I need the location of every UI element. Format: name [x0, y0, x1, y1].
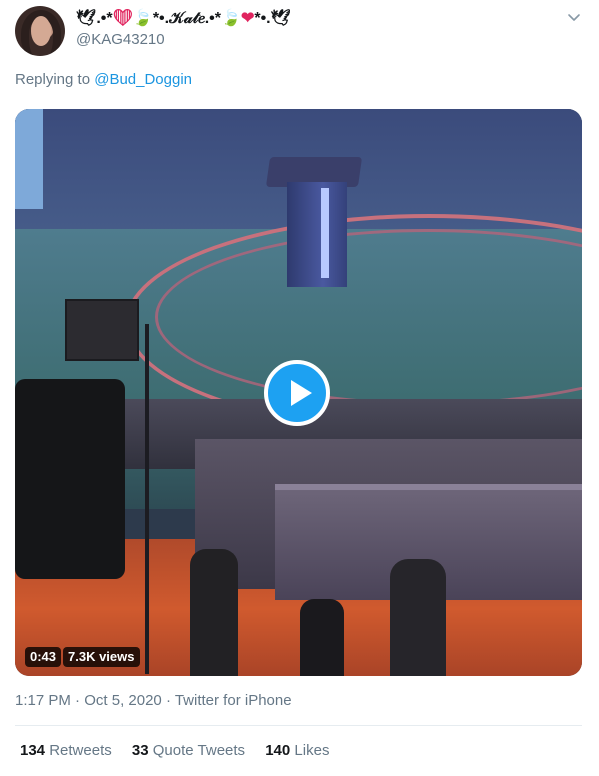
tweet-time[interactable]: 1:17 PM — [15, 692, 71, 709]
scene-podium — [287, 182, 347, 287]
likes-count: 140 — [265, 742, 291, 759]
play-button[interactable] — [264, 360, 330, 426]
display-name-suffix: *•.🕊 — [254, 10, 291, 27]
user-handle[interactable]: @KAG43210 — [76, 31, 165, 48]
scene-person — [190, 549, 238, 676]
display-name[interactable]: 🕊.•*❤🍃*•.𝒦𝒶𝓉𝑒.•*🍃❤*•.🕊 — [76, 8, 291, 28]
play-icon — [291, 380, 312, 406]
meta-separator: · — [70, 692, 85, 709]
leaf-icon-2: 🍃 — [221, 10, 241, 27]
tweet-source[interactable]: Twitter for iPhone — [175, 692, 292, 709]
scene-sign — [65, 299, 139, 361]
scene-person — [390, 559, 446, 676]
video-player[interactable]: 0:43 7.3K views — [15, 109, 582, 676]
display-name-prefix: 🕊.•* — [76, 10, 113, 27]
likes-label: Likes — [294, 742, 330, 759]
tweet-date[interactable]: Oct 5, 2020 — [84, 692, 162, 709]
likes-stat[interactable]: 140 Likes — [265, 742, 329, 759]
retweets-label: Retweets — [49, 742, 112, 759]
tweet-stats: 134 Retweets 33 Quote Tweets 140 Likes — [20, 742, 345, 759]
scene-person — [300, 599, 344, 676]
scene-camera — [15, 379, 125, 579]
replying-to: Replying to @Bud_Doggin — [15, 71, 192, 88]
scene-podium-stripe — [321, 188, 329, 278]
video-views: 7.3K views — [63, 647, 140, 667]
avatar-face — [31, 16, 51, 46]
scene-pole — [145, 324, 149, 674]
quote-tweets-stat[interactable]: 33 Quote Tweets — [132, 742, 245, 759]
quote-tweets-label: Quote Tweets — [152, 742, 246, 759]
reply-mention-link[interactable]: @Bud_Doggin — [94, 71, 192, 88]
heart-icon: ❤ — [112, 10, 133, 27]
retweets-count: 134 — [20, 742, 46, 759]
leaf-icon: 🍃 — [132, 10, 153, 27]
divider — [15, 725, 582, 726]
scene-screen — [15, 109, 43, 209]
quote-tweets-count: 33 — [131, 742, 149, 759]
retweets-stat[interactable]: 134 Retweets — [20, 742, 112, 759]
meta-separator: · — [161, 692, 175, 709]
avatar[interactable] — [15, 6, 65, 56]
replying-to-label: Replying to — [15, 71, 91, 88]
video-duration: 0:43 — [25, 647, 62, 667]
chevron-down-icon[interactable] — [566, 10, 582, 26]
display-name-mid: *•.𝒦𝒶𝓉𝑒.•* — [152, 10, 222, 27]
heart-icon-2: ❤ — [240, 10, 255, 27]
tweet-meta: 1:17 PM · Oct 5, 2020 · Twitter for iPho… — [15, 692, 292, 709]
